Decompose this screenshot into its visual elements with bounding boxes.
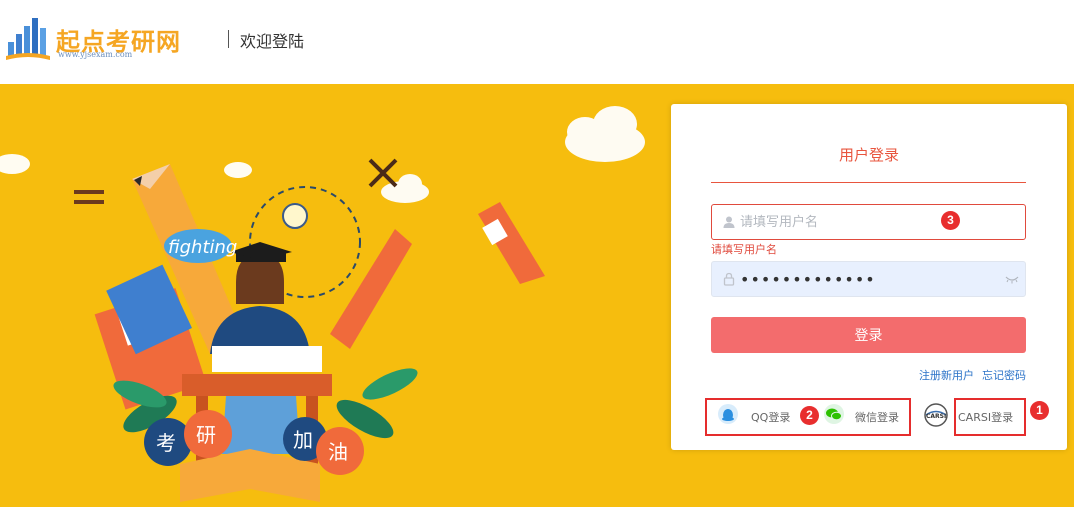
lock-icon — [723, 272, 735, 286]
annotation-badge-1: 1 — [1030, 401, 1049, 420]
logo-url: www.yjsexam.com — [58, 50, 133, 59]
carsi-login-label: CARSI登录 — [958, 411, 1014, 424]
carsi-logo-icon: CARSI — [924, 403, 948, 427]
carsi-logo-text: CARSI — [926, 413, 946, 420]
qq-login-label: QQ登录 — [751, 411, 791, 424]
username-error: 请填写用户名 — [711, 243, 777, 256]
qq-icon — [718, 404, 738, 424]
username-field[interactable] — [711, 204, 1026, 240]
account-links: 注册新用户 忘记密码 — [911, 367, 1026, 383]
books-logo-icon — [6, 18, 50, 60]
user-icon — [723, 216, 735, 228]
annotation-badge-2: 2 — [800, 406, 819, 425]
header: 起点考研网 www.yjsexam.com 欢迎登陆 — [0, 0, 1074, 84]
fighting-text: fighting — [168, 237, 237, 258]
carsi-login-button[interactable]: CARSI登录 — [958, 403, 1028, 427]
char-kao: 考 — [156, 431, 176, 455]
char-jia: 加 — [293, 428, 313, 452]
eye-closed-icon[interactable] — [1005, 274, 1019, 284]
password-input[interactable] — [740, 268, 990, 290]
register-link[interactable]: 注册新用户 — [919, 369, 974, 382]
header-divider — [228, 30, 229, 48]
wechat-login-button[interactable]: 微信登录 — [823, 403, 907, 427]
char-you: 油 — [328, 440, 348, 464]
login-title: 用户登录 — [838, 146, 899, 164]
wechat-login-label: 微信登录 — [855, 411, 899, 424]
study-illustration: fighting 考 研 加 油 — [0, 106, 645, 502]
password-field[interactable] — [711, 261, 1026, 297]
login-button[interactable]: 登录 — [711, 317, 1026, 353]
char-yan: 研 — [196, 423, 216, 447]
wechat-icon — [824, 404, 844, 424]
qq-login-button[interactable]: QQ登录 — [717, 403, 797, 427]
annotation-badge-3: 3 — [941, 211, 960, 230]
login-card: 用户登录 3 请填写用户名 登录 注册新用户忘记密码 QQ登录 — [671, 104, 1067, 450]
page-title: 欢迎登陆 — [240, 32, 305, 51]
title-underline — [711, 182, 1026, 183]
site-logo[interactable]: 起点考研网 www.yjsexam.com — [6, 14, 216, 64]
forgot-password-link[interactable]: 忘记密码 — [982, 369, 1026, 382]
